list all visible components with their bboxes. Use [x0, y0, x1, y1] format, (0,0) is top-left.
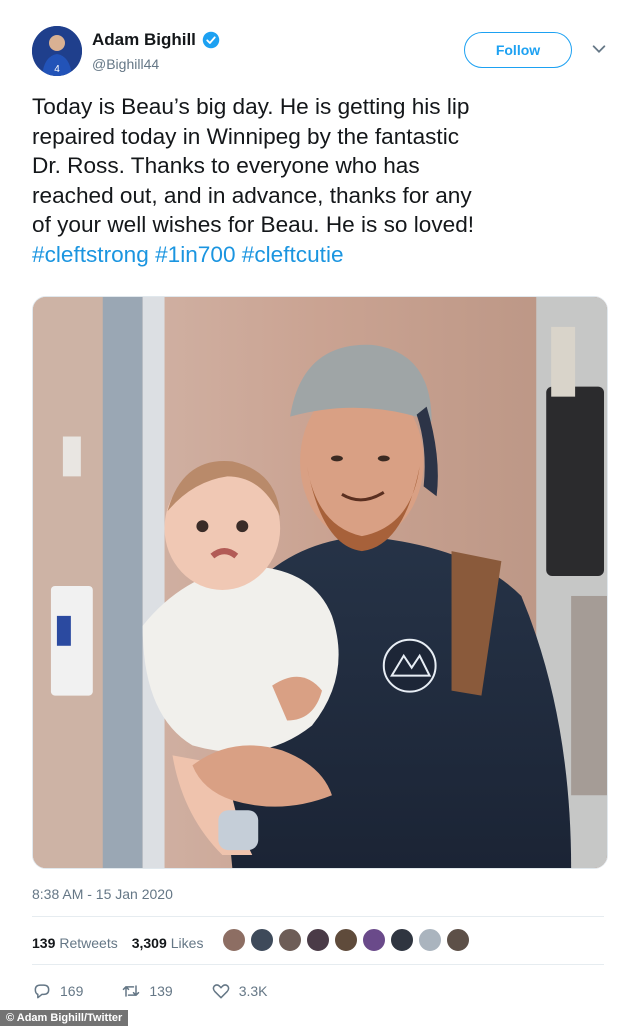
retweets-stat[interactable]: 139 Retweets [32, 935, 118, 951]
liker-avatars [222, 928, 470, 952]
tweet-header: 4 Adam Bighill @Bighill44 Follow [32, 26, 612, 80]
author-avatar[interactable]: 4 [32, 26, 82, 76]
name-row: Adam Bighill [92, 30, 220, 50]
verified-badge-icon [202, 31, 220, 49]
tweet-timestamp[interactable]: 8:38 AM - 15 Jan 2020 [32, 886, 173, 902]
retweets-label: Retweets [59, 935, 118, 951]
hashtag-line: #cleftstrong #1in700 #cleftcutie [32, 240, 612, 270]
likes-count: 3,309 [131, 935, 167, 951]
tweet-text: Today is Beau’s big day. He is getting h… [32, 92, 612, 269]
like-button[interactable]: 3.3K [211, 981, 268, 1001]
liker-avatar[interactable] [306, 928, 330, 952]
author-display-name[interactable]: Adam Bighill [92, 30, 196, 50]
tweet-text-line: repaired today in Winnipeg by the fantas… [32, 123, 460, 149]
divider [32, 964, 604, 965]
retweet-count: 139 [149, 983, 173, 999]
svg-text:4: 4 [54, 64, 60, 75]
engagement-stats: 139 Retweets 3,309 Likes [32, 930, 217, 956]
like-count: 3.3K [238, 983, 268, 999]
liker-avatar[interactable] [362, 928, 386, 952]
chevron-down-icon[interactable] [590, 40, 608, 58]
liker-avatar[interactable] [334, 928, 358, 952]
tweet-text-line: Today is Beau’s big day. He is getting h… [32, 94, 470, 119]
liker-avatar[interactable] [278, 928, 302, 952]
liker-avatar[interactable] [250, 928, 274, 952]
photo-credit: © Adam Bighill/Twitter [0, 1010, 129, 1026]
hashtag-link[interactable]: #1in700 [155, 242, 235, 267]
hashtag-link[interactable]: #cleftcutie [242, 242, 344, 267]
retweets-count: 139 [32, 935, 56, 951]
tweet-photo[interactable] [32, 296, 608, 869]
likes-label: Likes [170, 935, 204, 951]
tweet-actions: 169 139 3.3K [32, 980, 306, 1002]
hashtag-link[interactable]: #cleftstrong [32, 242, 149, 267]
liker-avatar[interactable] [418, 928, 442, 952]
reply-button[interactable]: 169 [32, 981, 83, 1001]
reply-icon [34, 984, 50, 999]
liker-avatar[interactable] [446, 928, 470, 952]
retweet-button[interactable]: 139 [121, 981, 173, 1001]
liker-avatar[interactable] [390, 928, 414, 952]
liker-avatar[interactable] [222, 928, 246, 952]
tweet-text-line: Dr. Ross. Thanks to everyone who has [32, 153, 420, 178]
divider [32, 916, 604, 917]
likes-stat[interactable]: 3,309 Likes [132, 935, 204, 951]
reply-count: 169 [60, 983, 84, 999]
tweet-text-line: reached out, and in advance, thanks for … [32, 182, 472, 208]
like-icon [212, 984, 230, 999]
retweet-icon [123, 985, 140, 997]
follow-button[interactable]: Follow [464, 32, 572, 68]
author-handle[interactable]: @Bighill44 [92, 56, 159, 72]
tweet-text-line: of your well wishes for Beau. He is so l… [32, 212, 475, 237]
